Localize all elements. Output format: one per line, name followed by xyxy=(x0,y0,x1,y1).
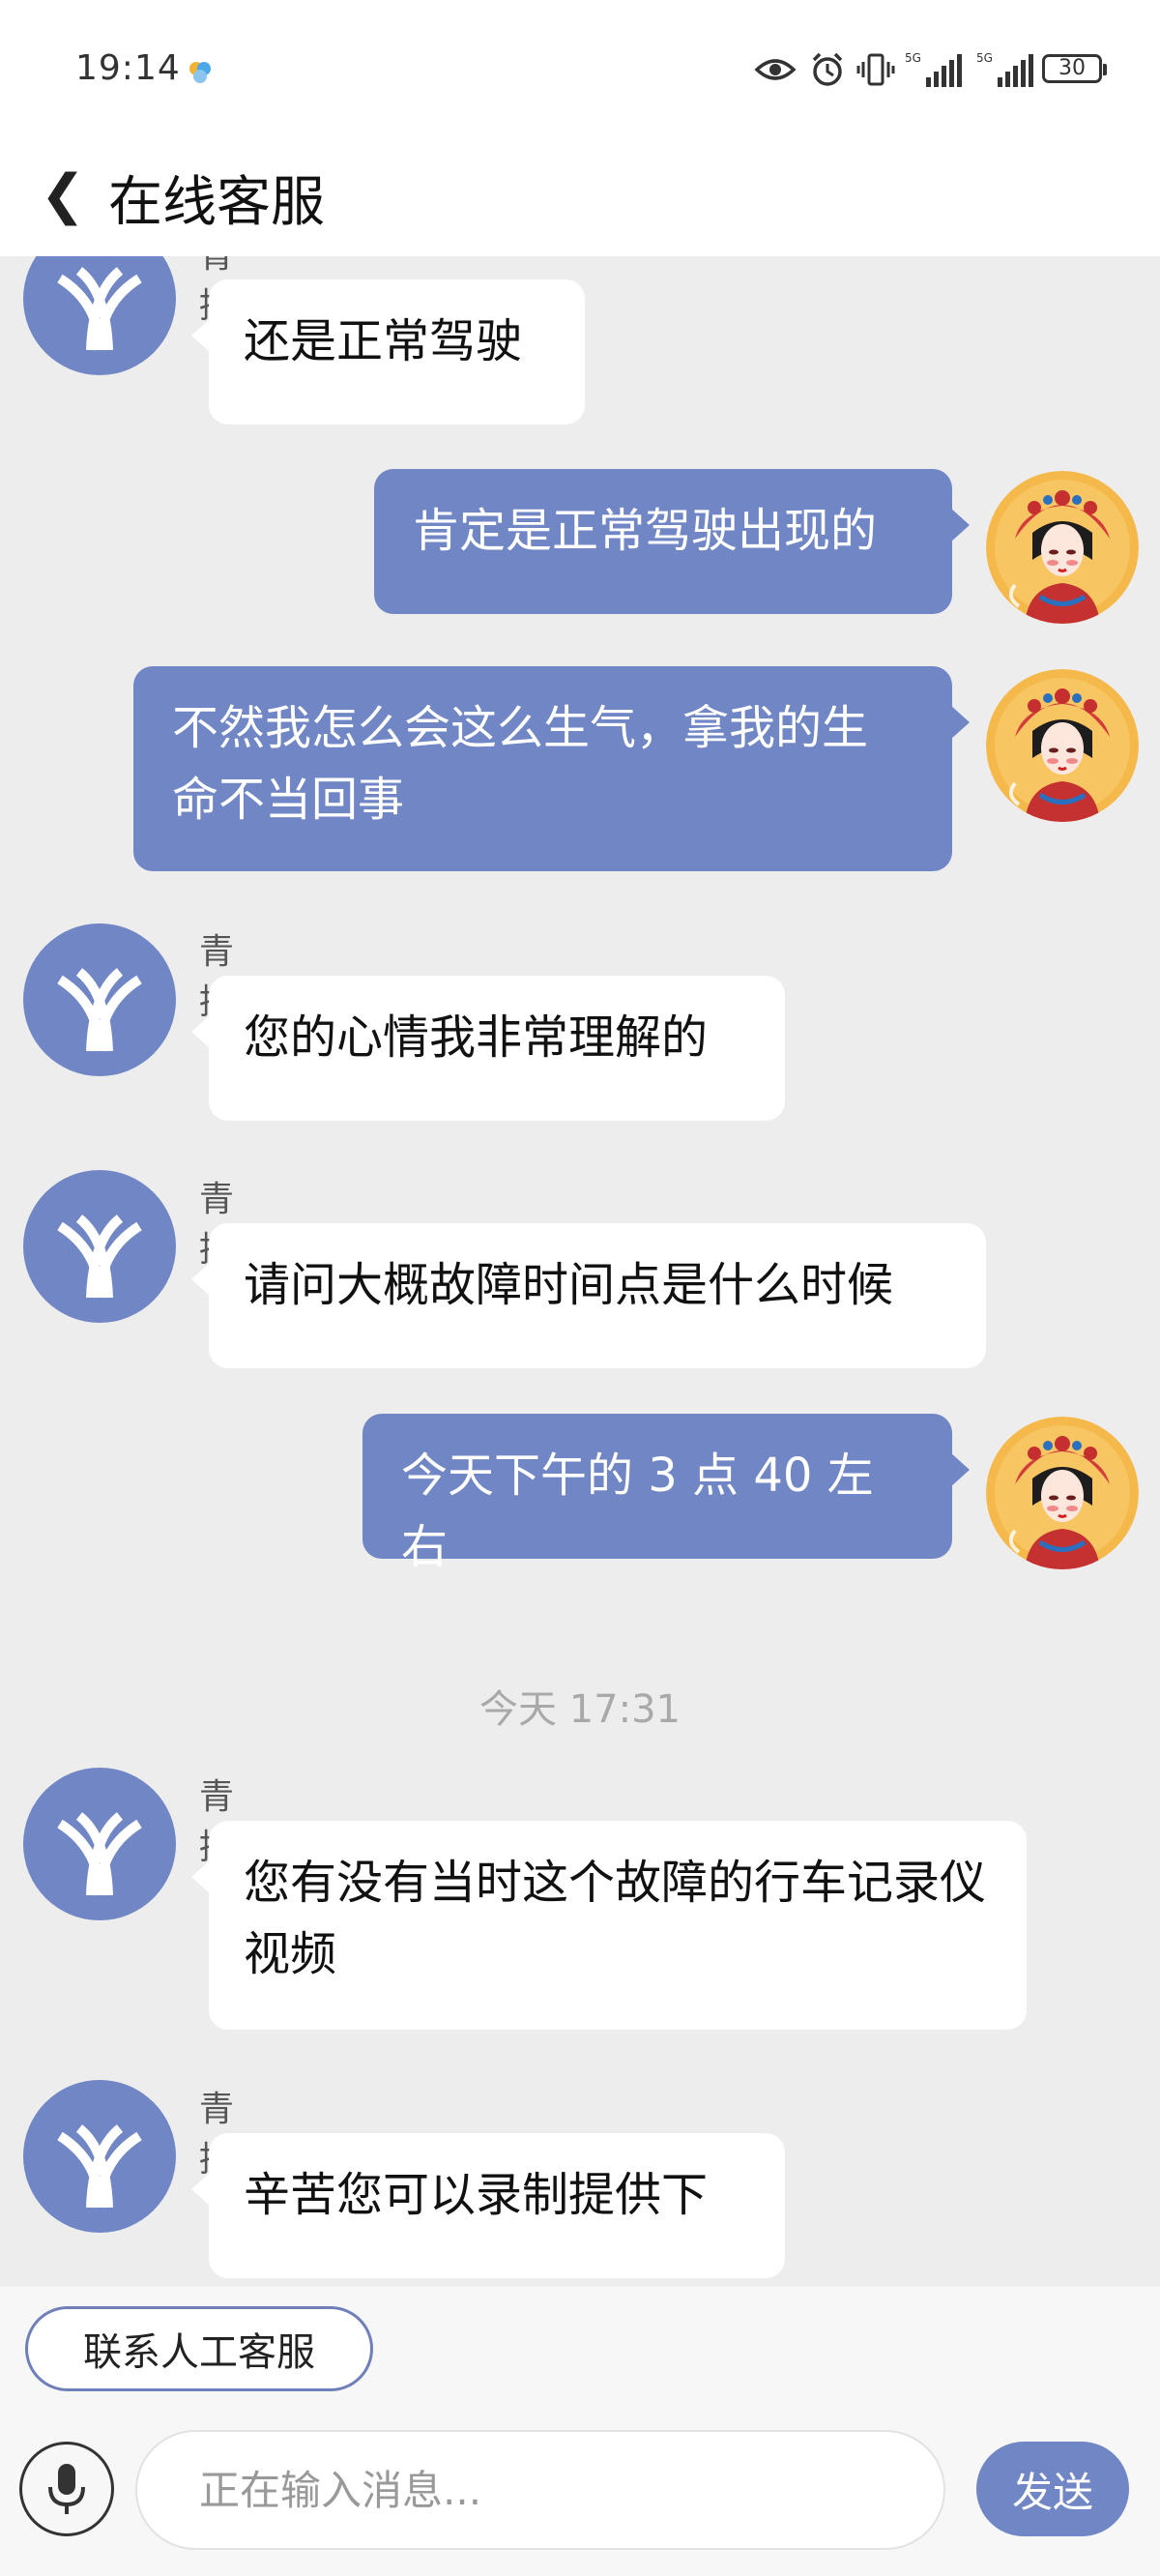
page-title: 在线客服 xyxy=(108,171,325,234)
message-bubble: 肯定是正常驾驶出现的 xyxy=(374,469,970,614)
message-input[interactable] xyxy=(135,2430,945,2550)
status-bar: 19:14 5G 5G 30 xyxy=(0,0,1160,145)
back-button[interactable]: ❮ xyxy=(39,161,87,228)
user-avatar xyxy=(986,471,1139,624)
agent-logo-icon xyxy=(57,267,142,351)
eye-icon xyxy=(754,59,797,80)
bottom-bar: 联系人工客服 发送 xyxy=(0,2287,1160,2576)
opera-avatar-icon xyxy=(986,1417,1139,1569)
user-avatar xyxy=(986,1417,1139,1569)
message-bubble: 今天下午的 3 点 40 左右 xyxy=(362,1414,970,1574)
chat-area[interactable]: 青提 还是正常驾驶 肯定是正常驾驶出现的 xyxy=(0,256,1160,2287)
message-bubble: 您的心情我非常理解的 xyxy=(191,976,785,1121)
agent-avatar xyxy=(23,2080,176,2233)
vibrate-icon xyxy=(856,53,895,86)
message-bubble: 还是正常驾驶 xyxy=(191,279,585,424)
agent-avatar xyxy=(23,1170,176,1323)
opera-avatar-icon xyxy=(986,471,1139,624)
message-bubble: 请问大概故障时间点是什么时候 xyxy=(191,1223,986,1368)
agent-logo-icon xyxy=(57,1215,142,1299)
signal-5g-icon: 5G xyxy=(976,51,1033,87)
message-bubble: 您有没有当时这个故障的行车记录仪视频 xyxy=(191,1821,1027,2030)
signal-5g-icon: 5G xyxy=(905,51,962,87)
message-bubble: 不然我怎么会这么生气，拿我的生命不当回事 xyxy=(133,666,970,871)
voice-button[interactable] xyxy=(19,2442,114,2536)
microphone-icon xyxy=(48,2464,85,2514)
agent-avatar xyxy=(23,923,176,1076)
opera-avatar-icon xyxy=(986,669,1139,822)
agent-logo-icon xyxy=(57,2124,142,2209)
agent-avatar xyxy=(23,256,176,375)
battery-icon: 30 xyxy=(1042,54,1107,83)
agent-avatar xyxy=(23,1768,176,1920)
svg-text:5G: 5G xyxy=(976,51,993,65)
send-button[interactable]: 发送 xyxy=(976,2442,1129,2536)
app-notification-icon xyxy=(189,62,211,83)
alarm-icon xyxy=(812,52,843,86)
user-avatar xyxy=(986,669,1139,822)
svg-text:5G: 5G xyxy=(905,51,921,65)
agent-logo-icon xyxy=(57,968,142,1052)
message-bubble: 辛苦您可以录制提供下 xyxy=(191,2133,785,2278)
status-time: 19:14 xyxy=(75,48,181,88)
battery-level: 30 xyxy=(1058,56,1086,80)
agent-logo-icon xyxy=(57,1812,142,1896)
status-icons: 5G 5G 30 xyxy=(754,50,1107,89)
header: ❮ 在线客服 xyxy=(0,145,1160,256)
contact-agent-button[interactable]: 联系人工客服 xyxy=(25,2306,373,2391)
time-separator: 今天 17:31 xyxy=(479,1687,681,1732)
